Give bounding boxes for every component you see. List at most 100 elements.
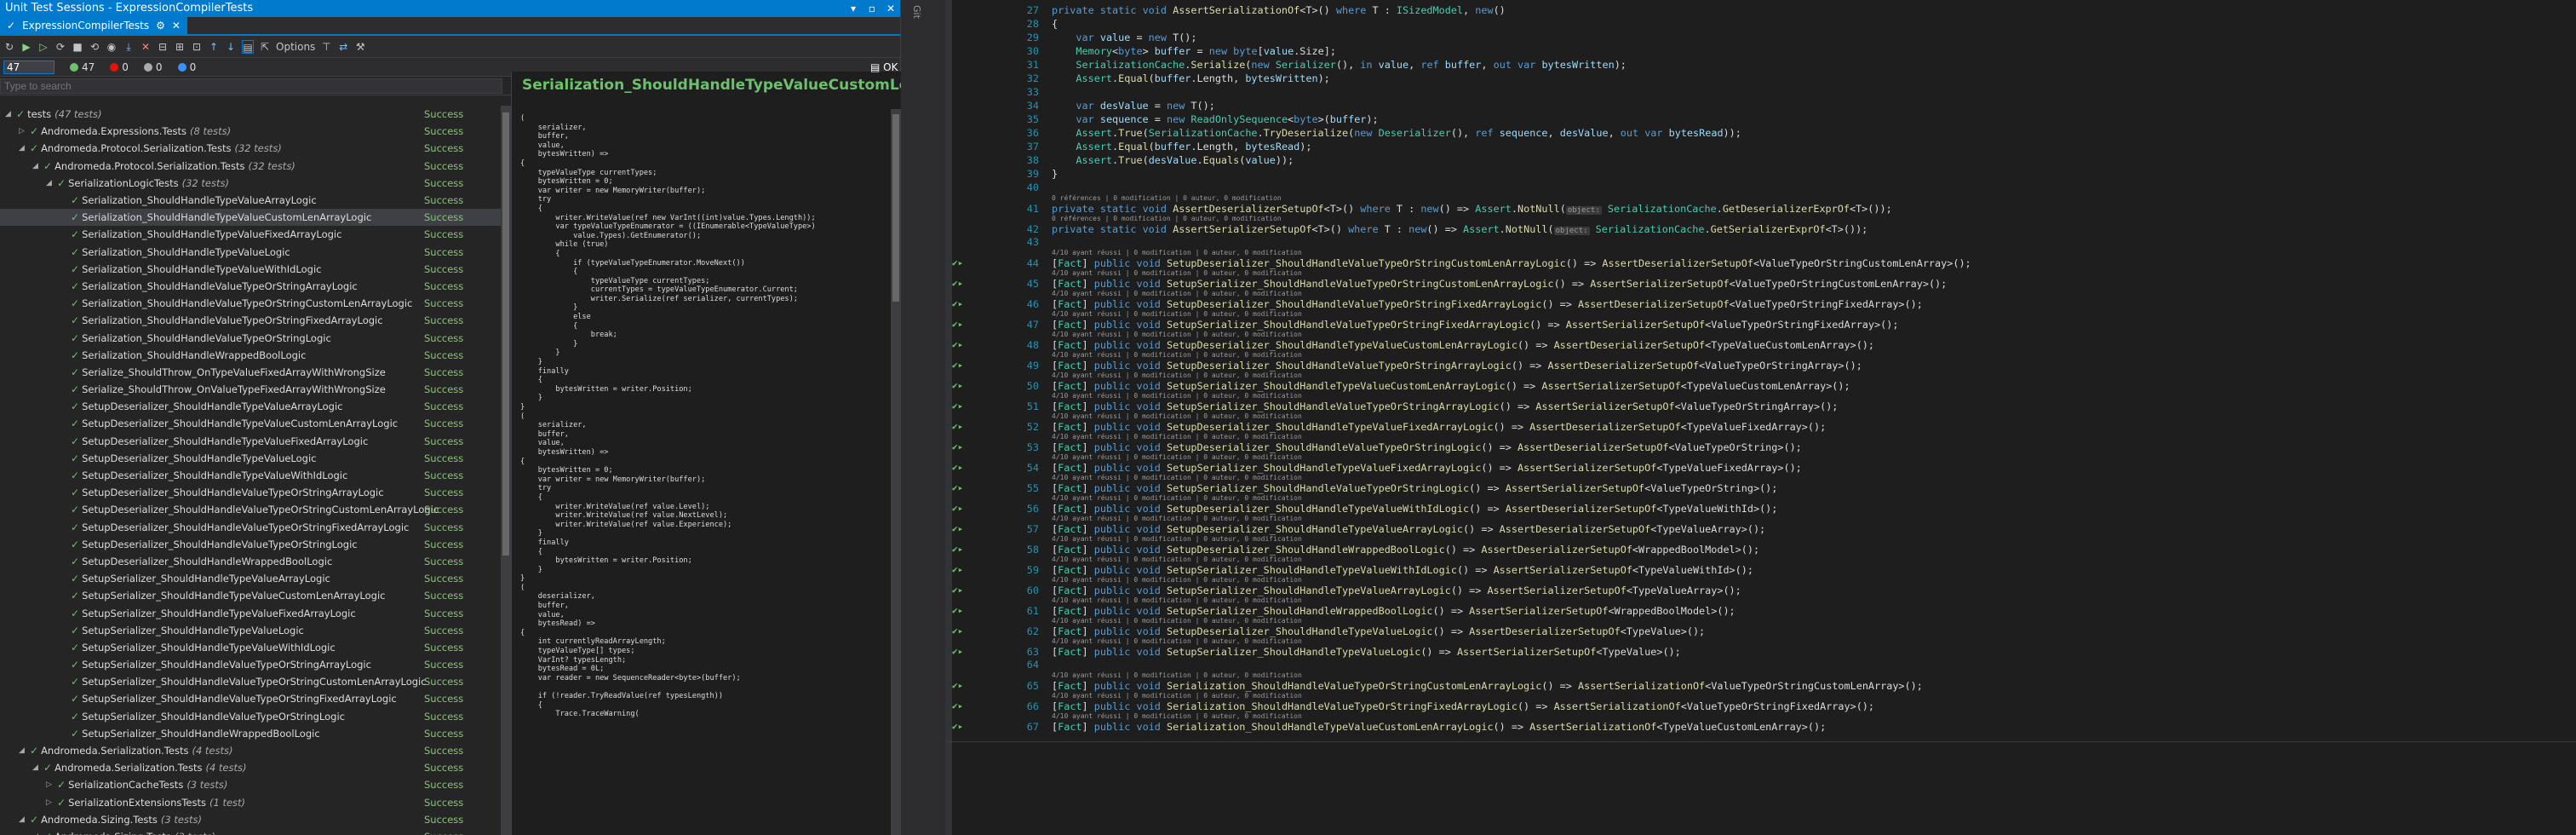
run-test-gutter-icon[interactable]: ✔▸	[952, 645, 963, 659]
close-icon[interactable]: ✕	[885, 0, 897, 17]
test-tree-row[interactable]: ✓ Serialization_ShouldHandleTypeValueFixe…	[0, 226, 502, 243]
code-line[interactable]: 38 Assert.True(desValue.Equals(value));	[945, 153, 2576, 167]
run-test-gutter-icon[interactable]: ✔▸	[952, 700, 963, 713]
code-line[interactable]: 28 {	[945, 17, 2576, 31]
import-icon[interactable]: ⤓	[123, 40, 135, 54]
code-line[interactable]: 51 ✔▸ [Fact] public void SetupSerializer_S…	[945, 400, 2576, 413]
code-line[interactable]: 33	[945, 85, 2576, 99]
run-test-gutter-icon[interactable]: ✔▸	[952, 318, 963, 331]
code-line[interactable]: 61 ✔▸ [Fact] public void SetupSerializer_S…	[945, 604, 2576, 618]
run-test-gutter-icon[interactable]: ✔▸	[952, 297, 963, 311]
test-tree-row[interactable]: ✓ SetupDeserializer_ShouldHandleValueType…	[0, 501, 502, 518]
run-test-gutter-icon[interactable]: ✔▸	[952, 625, 963, 638]
code-line[interactable]: 53 ✔▸ [Fact] public void SetupDeserializer…	[945, 441, 2576, 454]
code-line[interactable]: 47 ✔▸ [Fact] public void SetupSerializer_S…	[945, 318, 2576, 331]
code-line[interactable]: 32 Assert.Equal(buffer.Length, bytesWrit…	[945, 72, 2576, 85]
test-tree-row[interactable]: ✓ SetupDeserializer_ShouldHandleTypeValue…	[0, 467, 502, 484]
test-tree-row[interactable]: ✓ SetupSerializer_ShouldHandleTypeValueAr…	[0, 570, 502, 587]
test-tree-row[interactable]: ✓ SetupSerializer_ShouldHandleValueTypeOr…	[0, 673, 502, 690]
run-test-gutter-icon[interactable]: ✔▸	[952, 720, 963, 734]
run-test-gutter-icon[interactable]: ✔▸	[952, 604, 963, 618]
test-tree-row[interactable]: ✓ SetupDeserializer_ShouldHandleValueType…	[0, 519, 502, 536]
code-line[interactable]: 41 private static void AssertDeserializer…	[945, 202, 2576, 216]
run-test-gutter-icon[interactable]: ✔▸	[952, 441, 963, 454]
test-tree-row[interactable]: ✓ SetupDeserializer_ShouldHandleTypeValue…	[0, 398, 502, 415]
code-line[interactable]: 57 ✔▸ [Fact] public void SetupDeserializer…	[945, 522, 2576, 536]
code-line[interactable]: 44 ✔▸ [Fact] public void SetupDeserializer…	[945, 256, 2576, 270]
refresh-icon[interactable]: ↻	[3, 40, 15, 54]
test-tree-row[interactable]: ✓ Serialization_ShouldHandleWrappedBoolLo…	[0, 347, 502, 364]
test-tree-row[interactable]: ✓ Serialization_ShouldHandleValueTypeOrSt…	[0, 329, 502, 346]
code-line[interactable]: 52 ✔▸ [Fact] public void SetupDeserializer…	[945, 420, 2576, 434]
code-line[interactable]: 64	[945, 658, 2576, 671]
run-test-gutter-icon[interactable]: ✔▸	[952, 502, 963, 515]
test-tree-row[interactable]: ▷ ✓ SerializationCacheTests (3 tests) Succes…	[0, 776, 502, 793]
run-test-gutter-icon[interactable]: ✔▸	[952, 359, 963, 372]
expand-icon[interactable]: ⊞	[174, 40, 186, 54]
test-tree-row[interactable]: ✓ SetupSerializer_ShouldHandleValueTypeOr…	[0, 708, 502, 725]
code-line[interactable]: 43	[945, 235, 2576, 249]
code-line[interactable]: 39}	[945, 167, 2576, 181]
run-test-gutter-icon[interactable]: ✔▸	[952, 481, 963, 495]
test-tree-row[interactable]: ◢✓Andromeda.Sizing.Tests(3 tests)Success	[0, 828, 502, 835]
group-by-icon[interactable]: ▤	[242, 39, 254, 54]
test-tree-row[interactable]: ✓ Serialization_ShouldHandleTypeValueLogi…	[0, 244, 502, 261]
code-line[interactable]: 36 Assert.True(SerializationCache.TryDes…	[945, 126, 2576, 140]
test-tree-row[interactable]: ◢ ✓ Andromeda.Serialization.Tests (4 tests)…	[0, 742, 502, 759]
code-line[interactable]: 56 ✔▸ [Fact] public void SetupDeserializer…	[945, 502, 2576, 515]
code-line[interactable]: 59 ✔▸ [Fact] public void SetupSerializer_S…	[945, 563, 2576, 577]
remove-icon[interactable]: ✕	[140, 40, 152, 54]
test-tree-row[interactable]: ✓ SetupSerializer_ShouldHandleWrappedBool…	[0, 725, 502, 742]
test-tree-row[interactable]: ✓ Serialization_ShouldHandleTypeValueWith…	[0, 261, 502, 278]
run-test-gutter-icon[interactable]: ✔▸	[952, 338, 963, 352]
sync-icon[interactable]: ⇄	[337, 40, 349, 54]
expand-toggle-icon[interactable]: ◢	[19, 144, 27, 153]
test-tree-row[interactable]: ✓ SetupSerializer_ShouldHandleValueTypeOr…	[0, 690, 502, 707]
expand-toggle-icon[interactable]: ◢	[5, 110, 14, 118]
code-line[interactable]: 37 Assert.Equal(buffer.Length, bytesRead…	[945, 140, 2576, 153]
test-tree-row[interactable]: ✓ SetupDeserializer_ShouldHandleValueType…	[0, 536, 502, 553]
test-tree-row[interactable]: ✓ Serialization_ShouldHandleTypeValueArra…	[0, 192, 502, 209]
tree-scroll-thumb[interactable]	[502, 112, 509, 556]
test-tree-row[interactable]: ✓ SetupSerializer_ShouldHandleTypeValueCu…	[0, 587, 502, 604]
run-test-gutter-icon[interactable]: ✔▸	[952, 420, 963, 434]
expand-toggle-icon[interactable]: ◢	[32, 763, 41, 772]
code-line[interactable]: 42 private static void AssertSerializerSe…	[945, 222, 2576, 236]
run-test-gutter-icon[interactable]: ✔▸	[952, 461, 963, 475]
code-line[interactable]: 31 SerializationCache.Serialize(new Seri…	[945, 58, 2576, 72]
code-line[interactable]: 58 ✔▸ [Fact] public void SetupDeserializer…	[945, 543, 2576, 556]
wrench-icon[interactable]: ⚒	[354, 40, 366, 54]
expand-toggle-icon[interactable]: ◢	[19, 746, 27, 755]
eye-icon[interactable]: ◉	[106, 40, 118, 54]
maximize-icon[interactable]: ▫	[866, 0, 878, 17]
run-test-gutter-icon[interactable]: ✔▸	[952, 379, 963, 393]
code-line[interactable]: 49 ✔▸ [Fact] public void SetupDeserializer…	[945, 359, 2576, 372]
up-icon[interactable]: ↑	[208, 40, 220, 54]
expand-toggle-icon[interactable]: ◢	[46, 179, 55, 187]
code-line[interactable]: 63 ✔▸ [Fact] public void SetupSerializer_S…	[945, 645, 2576, 659]
stop-icon[interactable]: ■	[72, 40, 83, 54]
code-line[interactable]: 35 var sequence = new ReadOnlySequence<b…	[945, 112, 2576, 126]
run-all-icon[interactable]: ▶	[20, 40, 32, 54]
test-tree-row[interactable]: ✓ SetupDeserializer_ShouldHandleTypeValue…	[0, 433, 502, 450]
collapse-icon[interactable]: ⊟	[157, 40, 169, 54]
test-tree-row[interactable]: ◢ ✓ Andromeda.Protocol.Serialization.Tests…	[0, 140, 502, 157]
tree-scrollbar[interactable]	[501, 106, 511, 835]
down-icon[interactable]: ↓	[225, 40, 237, 54]
code-line[interactable]: 55 ✔▸ [Fact] public void SetupSerializer_S…	[945, 481, 2576, 495]
test-tree-row[interactable]: ✓ SetupDeserializer_ShouldHandleTypeValue…	[0, 450, 502, 467]
code-line[interactable]: 29 var value = new T();	[945, 31, 2576, 44]
debug-icon[interactable]: ⟳	[55, 40, 66, 54]
total-filter-toggle[interactable]: 47	[3, 60, 55, 74]
ignored-count[interactable]: 0	[143, 61, 163, 73]
test-tree-row[interactable]: ◢ ✓ Andromeda.Protocol.Serialization.Tests…	[0, 158, 502, 175]
output-scroll-thumb[interactable]	[892, 114, 899, 302]
options-menu[interactable]: Options	[276, 40, 315, 54]
test-tree-row[interactable]: ▷ ✓ Andromeda.Expressions.Tests (8 tests) Su…	[0, 123, 502, 140]
run-test-gutter-icon[interactable]: ✔▸	[952, 522, 963, 536]
test-tree-row[interactable]: ◢ ✓ tests (47 tests) Success	[0, 106, 502, 123]
output-scrollbar[interactable]	[891, 109, 901, 835]
pin-icon[interactable]: ⊤	[320, 40, 332, 54]
passed-count[interactable]: 47	[70, 61, 95, 73]
test-tree-row[interactable]: ◢✓Andromeda.Sizing.Tests(3 tests)Success	[0, 811, 502, 828]
